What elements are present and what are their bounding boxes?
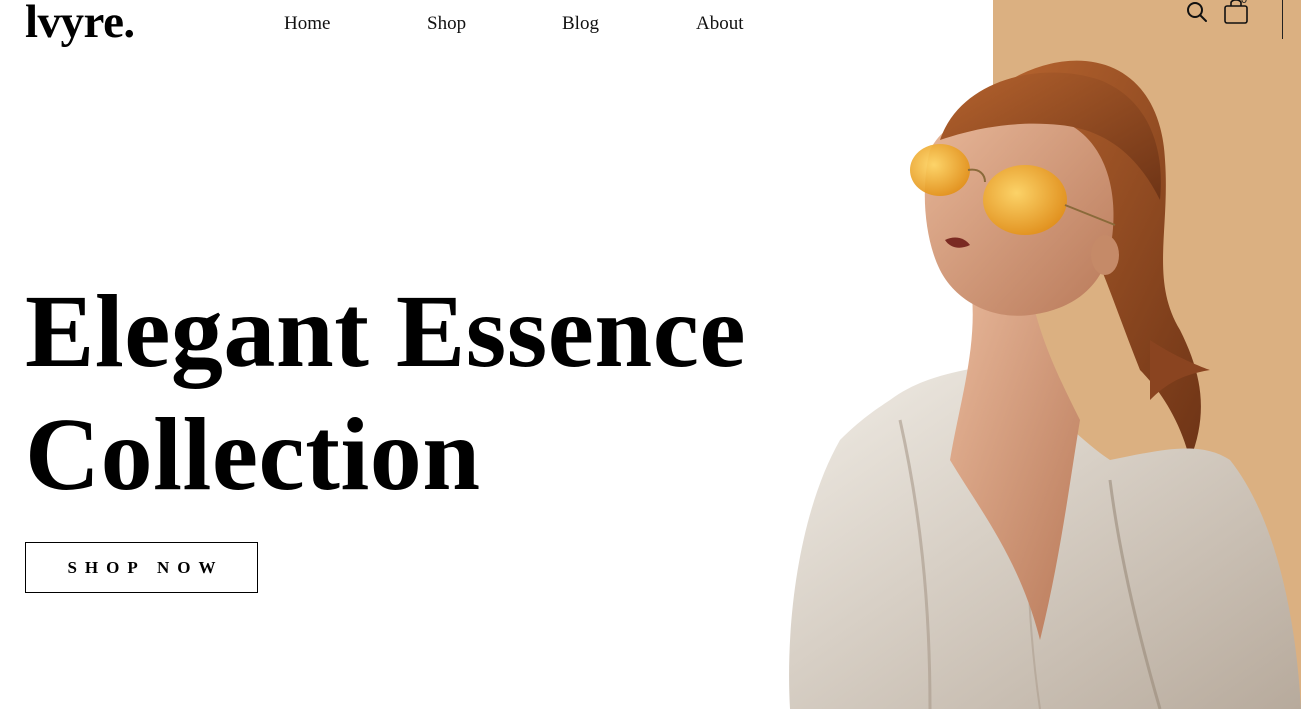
brand-logo[interactable]: lvyre. bbox=[25, 0, 135, 50]
hero-title-line-2: Collection bbox=[25, 397, 481, 512]
hero-model-image bbox=[789, 60, 1301, 709]
header-actions: 0 bbox=[1180, 0, 1301, 40]
nav-item-about[interactable]: About bbox=[696, 12, 744, 36]
nav-item-home[interactable]: Home bbox=[284, 12, 330, 36]
hero-title: Elegant Essence Collection bbox=[25, 270, 746, 516]
nav-item-blog[interactable]: Blog bbox=[562, 12, 599, 36]
search-icon[interactable] bbox=[1185, 0, 1209, 29]
hero-title-line-1: Elegant Essence bbox=[25, 274, 747, 389]
header-divider bbox=[1282, 0, 1283, 39]
cart-count-badge: 0 bbox=[1240, 0, 1248, 6]
shop-now-button[interactable]: SHOP NOW bbox=[25, 542, 258, 593]
nav-item-shop[interactable]: Shop bbox=[427, 12, 466, 36]
page: lvyre. Home Shop Blog About 0 Elegant Es… bbox=[0, 0, 1301, 709]
